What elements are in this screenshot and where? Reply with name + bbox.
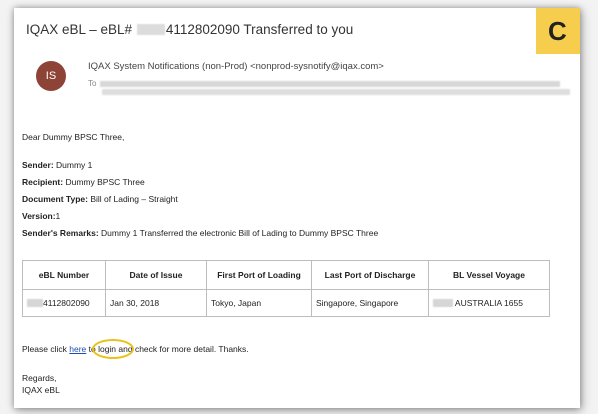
table-row: 4112802090 Jan 30, 2018 Tokyo, Japan Sin… — [22, 289, 550, 317]
sender-name[interactable]: IQAX System Notifications (non-Prod) <no… — [88, 61, 384, 72]
subject-suffix: 4112802090 Transferred to you — [165, 22, 354, 37]
remarks-value: Dummy 1 Transferred the electronic Bill … — [101, 228, 379, 238]
greeting: Dear Dummy BPSC Three, — [22, 132, 125, 142]
signature: IQAX eBL — [22, 385, 60, 395]
sender-avatar[interactable]: IS — [36, 61, 66, 91]
doctype-value: Bill of Lading – Straight — [90, 194, 178, 204]
login-instruction: Please click here to login and check for… — [22, 344, 249, 354]
remarks-label: Sender's Remarks: — [22, 228, 99, 238]
subject-prefix: IQAX eBL – eBL# — [26, 22, 133, 37]
ebl-table: eBL Number Date of Issue First Port of L… — [22, 260, 550, 317]
col-vessel-voyage: BL Vessel Voyage — [428, 260, 550, 290]
sender-label: Sender: — [22, 160, 54, 170]
to-label: To — [88, 79, 97, 88]
redacted-text — [136, 24, 165, 35]
email-subject: IQAX eBL – eBL# 4112802090 Transferred t… — [26, 22, 353, 37]
version-line: Version:1 — [22, 211, 60, 221]
col-last-port: Last Port of Discharge — [311, 260, 429, 290]
recipient-value: Dummy BPSC Three — [65, 177, 145, 187]
version-value: 1 — [55, 211, 61, 221]
version-label: Version: — [22, 211, 56, 221]
redacted-recipients-2 — [102, 89, 570, 95]
click-before: Please click — [22, 344, 70, 354]
redacted-text — [433, 299, 453, 307]
remarks-line: Sender's Remarks: Dummy 1 Transferred th… — [22, 228, 378, 238]
email-message-card: IQAX eBL – eBL# 4112802090 Transferred t… — [14, 8, 580, 408]
cell-date: Jan 30, 2018 — [105, 289, 207, 317]
sender-line: Sender: Dummy 1 — [22, 160, 92, 170]
redacted-recipients — [100, 80, 561, 87]
vessel-value: AUSTRALIA 1655 — [454, 298, 523, 308]
highlight-circle — [92, 339, 134, 359]
here-link[interactable]: here — [69, 344, 86, 354]
recipient-label: Recipient: — [22, 177, 64, 187]
cell-pod: Singapore, Singapore — [311, 289, 429, 317]
doctype-label: Document Type: — [22, 194, 88, 204]
col-ebl-number: eBL Number — [22, 260, 106, 290]
cell-vessel: AUSTRALIA 1655 — [428, 289, 550, 317]
col-date-of-issue: Date of Issue — [105, 260, 207, 290]
recipient-line: Recipient: Dummy BPSC Three — [22, 177, 145, 187]
cell-ebl-number: 4112802090 — [22, 289, 106, 317]
regards: Regards, — [22, 373, 57, 383]
corner-badge: C — [536, 8, 580, 54]
doctype-line: Document Type: Bill of Lading – Straight — [22, 194, 178, 204]
sender-value: Dummy 1 — [56, 160, 93, 170]
redacted-text — [27, 299, 43, 307]
col-first-port: First Port of Loading — [206, 260, 312, 290]
cell-pol: Tokyo, Japan — [206, 289, 312, 317]
table-header-row: eBL Number Date of Issue First Port of L… — [22, 260, 550, 290]
badge-letter: C — [548, 16, 567, 46]
ebl-number-value: 4112802090 — [43, 298, 90, 308]
recipients-line: To — [88, 79, 578, 88]
